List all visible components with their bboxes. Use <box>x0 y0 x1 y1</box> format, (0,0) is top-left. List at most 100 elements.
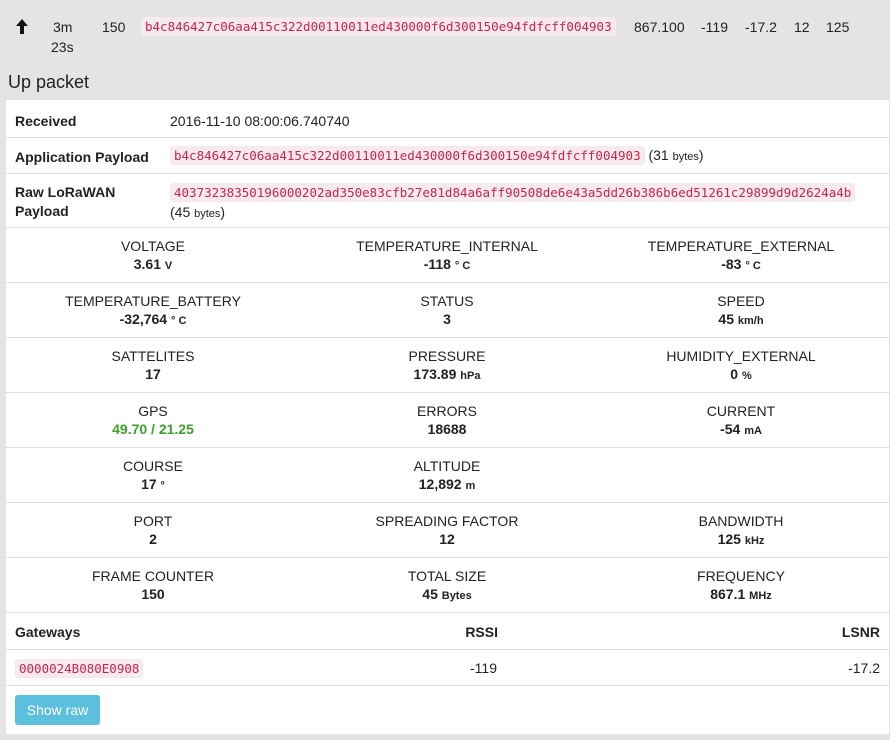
metric-name: SPEED <box>717 293 765 309</box>
metric-unit: % <box>741 370 752 382</box>
raw-payload-value: 40373238350196000202ad350e83cfb27e81d84a… <box>170 183 856 202</box>
metric-unit: ° C <box>745 260 761 272</box>
metric-value-number: 867.1 <box>710 586 746 602</box>
metric-value-number: 150 <box>141 586 165 602</box>
metric-cell: ALTITUDE 12,892 m <box>300 458 594 492</box>
metric-cell: PORT 2 <box>6 513 300 547</box>
metric-unit: mA <box>744 425 762 437</box>
metric-name: VOLTAGE <box>120 238 186 254</box>
metric-name: GPS <box>138 403 168 419</box>
metric-name: FREQUENCY <box>697 568 785 584</box>
metric-cell: CURRENT -54 mA <box>594 403 888 437</box>
summary-time: 3m <box>53 19 73 35</box>
metric-value-number: -83 <box>721 256 742 272</box>
metric-value: -83 ° C <box>594 256 888 272</box>
metric-value-number: 3.61 <box>133 256 161 272</box>
metric-value-number: 45 <box>422 586 438 602</box>
metric-value: 173.89 hPa <box>300 366 594 382</box>
metric-unit: km/h <box>737 315 764 327</box>
metric-value: 3 <box>300 311 594 327</box>
gateways-header: Gateways <box>15 624 81 640</box>
metric-unit: kHz <box>744 535 765 547</box>
received-label: Received <box>15 113 77 129</box>
metric-unit: Bytes <box>441 590 472 602</box>
metric-value-number: 17 <box>145 366 161 382</box>
arrow-up-icon <box>15 18 29 36</box>
metric-value: 49.70 / 21.25 <box>6 421 300 437</box>
metric-value-number: 173.89 <box>413 366 457 382</box>
metric-cell: SPEED 45 km/h <box>594 293 888 327</box>
metric-value: -32,764 ° C <box>6 311 300 327</box>
metric-value-number: 3 <box>443 311 451 327</box>
raw-payload-size-prefix: (45 <box>170 204 195 220</box>
metrics-row: COURSE 17 ° ALTITUDE 12,892 m <box>6 448 889 503</box>
metric-value: -54 mA <box>594 421 888 437</box>
metric-unit: ° C <box>454 260 471 272</box>
metrics-row: FRAME COUNTER 150 TOTAL SIZE 45 Bytes FREQUE… <box>6 558 889 613</box>
raw-payload-row: Raw LoRaWAN Payload 40373238350196000202… <box>6 174 889 228</box>
metrics-row: TEMPERATURE_BATTERY -32,764 ° C STATUS 3 SPE… <box>6 283 889 338</box>
show-raw-button[interactable]: Show raw <box>15 695 100 725</box>
section-title: Up packet <box>8 72 90 92</box>
metric-cell: TEMPERATURE_BATTERY -32,764 ° C <box>6 293 300 327</box>
summary-sf: 12 <box>794 19 810 35</box>
metric-value: 2 <box>6 531 300 547</box>
metric-unit: V <box>164 260 173 272</box>
metric-name: TEMPERATURE_INTERNAL <box>356 238 538 254</box>
summary-time-seconds: 23s <box>51 39 74 55</box>
metric-name: BANDWIDTH <box>698 513 784 529</box>
application-payload-size-unit: bytes <box>672 151 699 163</box>
raw-payload-size-unit: bytes <box>194 208 221 220</box>
raw-payload-size-suffix: ) <box>220 204 226 220</box>
metric-cell: COURSE 17 ° <box>6 458 300 492</box>
metric-unit: ° <box>160 480 165 492</box>
metric-value: 150 <box>6 586 300 602</box>
metrics-row: VOLTAGE 3.61 V TEMPERATURE_INTERNAL -118 ° … <box>6 228 889 283</box>
application-payload-size-prefix: (31 <box>648 147 673 163</box>
metric-name: STATUS <box>420 293 474 309</box>
metric-name: PORT <box>133 513 173 529</box>
metric-cell: STATUS 3 <box>300 293 594 327</box>
raw-payload-size-wrap: (45 bytes) <box>170 204 225 220</box>
metric-value: -118 ° C <box>300 256 594 272</box>
gateway-rssi: -119 <box>470 660 497 676</box>
gateway-lsnr: -17.2 <box>848 660 880 676</box>
metric-cell: FRAME COUNTER 150 <box>6 568 300 602</box>
metric-cell: VOLTAGE 3.61 V <box>6 238 300 272</box>
metric-cell: ERRORS 18688 <box>300 403 594 437</box>
metrics-row: PORT 2 SPREADING FACTOR 12 BANDWIDTH 125 kHz <box>6 503 889 558</box>
metric-value: 0 % <box>594 366 888 382</box>
summary-counter: 150 <box>102 19 126 35</box>
metric-value-number: 0 <box>730 366 739 382</box>
metric-unit: MHz <box>749 590 772 602</box>
metric-cell: TEMPERATURE_INTERNAL -118 ° C <box>300 238 594 272</box>
metric-value: 12,892 m <box>300 476 594 492</box>
metric-value: 12 <box>300 531 594 547</box>
metric-value-number: 18688 <box>427 421 467 437</box>
metric-cell: GPS 49.70 / 21.25 <box>6 403 300 437</box>
metric-unit: m <box>465 480 476 492</box>
application-payload-value-wrap: b4c846427c06aa415c322d00110011ed430000f6… <box>170 146 704 165</box>
metric-value: 45 Bytes <box>300 586 594 602</box>
gateway-row: 0000024B080E0908 -119 -17.2 <box>6 650 889 686</box>
packet-summary-row[interactable]: 3m 23s 150 b4c846427c06aa415c322d0011001… <box>0 0 890 62</box>
metric-name: ALTITUDE <box>413 458 481 474</box>
metric-name: TEMPERATURE_EXTERNAL <box>647 238 835 254</box>
metric-value-number: -32,764 <box>119 311 168 327</box>
summary-frequency: 867.100 <box>634 19 685 35</box>
gateway-id: 0000024B080E0908 <box>15 659 144 678</box>
metric-value-number: 49.70 / 21.25 <box>112 421 194 437</box>
metric-cell: SPREADING FACTOR 12 <box>300 513 594 547</box>
metric-name: COURSE <box>123 458 183 474</box>
metric-cell: PRESSURE 173.89 hPa <box>300 348 594 382</box>
metric-name: TEMPERATURE_BATTERY <box>65 293 241 309</box>
metric-name: SATTELITES <box>111 348 195 364</box>
application-payload-label: Application Payload <box>15 149 149 165</box>
gateways-header-row: Gateways RSSI LSNR <box>6 613 889 650</box>
metric-name: SPREADING FACTOR <box>375 513 519 529</box>
received-row: Received 2016-11-10 08:00:06.740740 <box>6 100 889 138</box>
metric-value-number: 12,892 <box>418 476 462 492</box>
metric-value-number: -54 <box>720 421 741 437</box>
metric-cell: SATTELITES 17 <box>6 348 300 382</box>
metric-value: 3.61 V <box>6 256 300 272</box>
